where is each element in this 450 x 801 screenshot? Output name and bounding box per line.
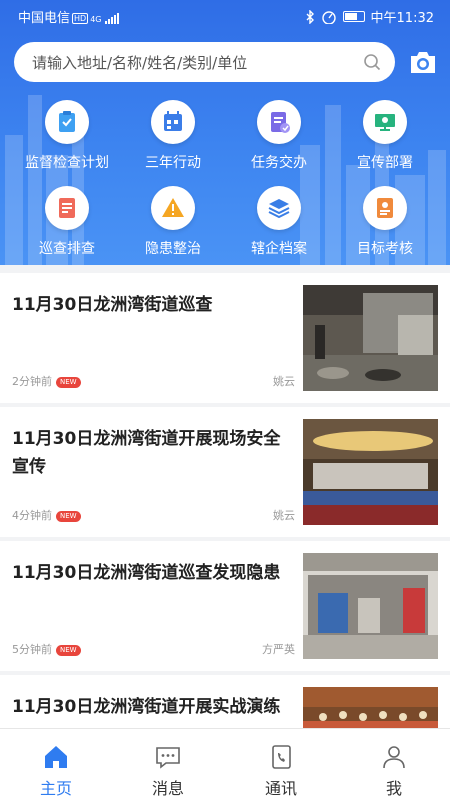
task-document-icon	[257, 100, 301, 144]
tab-label: 通讯	[264, 779, 297, 798]
meeting-hall-photo[interactable]	[303, 419, 438, 525]
outdoor-drill-photo[interactable]	[303, 687, 438, 728]
header-banner: 中国电信 HD 4G 中午11:32 请输入地址/名称/姓名/类别/单位 监督检查计…	[0, 0, 450, 265]
func-label: 任务交办	[251, 155, 307, 171]
assessment-document-icon	[363, 186, 407, 230]
news-title[interactable]: 11月30日龙洲湾街道巡查发现隐患	[12, 559, 294, 587]
news-time: 4分钟前 NEW	[12, 507, 81, 523]
func-supervision-plan[interactable]: 监督检查计划	[17, 100, 117, 172]
tab-label: 消息	[151, 779, 184, 798]
func-enterprise-archive[interactable]: 辖企档案	[229, 186, 329, 258]
func-label: 三年行动	[145, 155, 201, 171]
news-author: 姚云	[273, 375, 295, 388]
signal-icon	[104, 13, 119, 24]
kitchen-inspection-photo[interactable]	[303, 285, 438, 391]
carrier-label: 中国电信	[18, 11, 71, 26]
network-type: 4G	[90, 15, 102, 24]
hd-badge: HD	[72, 13, 89, 24]
func-label: 隐患整治	[145, 241, 201, 257]
search-icon[interactable]	[363, 53, 381, 71]
tab-label: 主页	[39, 779, 72, 798]
func-label: 监督检查计划	[25, 155, 109, 171]
news-item[interactable]: 11月30日龙洲湾街道巡查 2分钟前 NEW 姚云	[0, 273, 450, 403]
search-bar[interactable]: 请输入地址/名称/姓名/类别/单位	[14, 42, 395, 82]
checklist-clipboard-icon	[45, 100, 89, 144]
func-publicity-deployment[interactable]: 宣传部署	[335, 100, 435, 172]
func-patrol-inspection[interactable]: 巡查排查	[17, 186, 117, 258]
bluetooth-icon	[306, 9, 314, 24]
camera-icon[interactable]	[408, 48, 438, 76]
func-label: 辖企档案	[251, 241, 307, 257]
func-three-year-action[interactable]: 三年行动	[123, 100, 223, 172]
news-item[interactable]: 11月30日龙洲湾街道巡查发现隐患 5分钟前 NEW 方严英	[0, 541, 450, 671]
presentation-board-icon	[363, 100, 407, 144]
news-time: 5分钟前 NEW	[12, 641, 81, 657]
func-hazard-rectification[interactable]: 隐患整治	[123, 186, 223, 258]
new-badge: NEW	[56, 376, 81, 388]
calendar-icon	[151, 100, 195, 144]
tab-messages[interactable]: 消息	[112, 729, 224, 801]
inspection-form-icon	[45, 186, 89, 230]
tab-home[interactable]: 主页	[0, 729, 112, 801]
battery-icon	[342, 11, 365, 22]
home-icon	[45, 746, 67, 768]
warning-triangle-icon	[151, 186, 195, 230]
tab-me[interactable]: 我	[338, 729, 450, 801]
tab-contacts[interactable]: 通讯	[225, 729, 337, 801]
news-item[interactable]: 11月30日龙洲湾街道开展实战演练	[0, 675, 450, 728]
message-icon	[156, 747, 180, 769]
new-badge: NEW	[56, 510, 81, 522]
layers-stack-icon	[257, 186, 301, 230]
storefront-photo[interactable]	[303, 553, 438, 659]
func-target-assessment[interactable]: 目标考核	[335, 186, 435, 258]
status-bar: 中国电信 HD 4G 中午11:32	[0, 0, 450, 30]
news-time: 2分钟前 NEW	[12, 373, 81, 389]
user-icon	[383, 746, 405, 769]
search-placeholder[interactable]: 请输入地址/名称/姓名/类别/单位	[32, 52, 247, 73]
func-label: 宣传部署	[357, 155, 413, 171]
news-item[interactable]: 11月30日龙洲湾街道开展现场安全宣传 4分钟前 NEW 姚云	[0, 407, 450, 537]
tab-label: 我	[385, 779, 402, 798]
new-badge: NEW	[56, 644, 81, 656]
func-label: 目标考核	[357, 241, 413, 257]
bottom-tab-bar: 主页 消息 通讯 我	[0, 728, 450, 801]
news-author: 姚云	[273, 509, 295, 522]
news-title[interactable]: 11月30日龙洲湾街道开展实战演练	[12, 693, 294, 721]
news-author: 方严英	[262, 643, 295, 656]
clock: 中午11:32	[370, 11, 434, 26]
news-title[interactable]: 11月30日龙洲湾街道巡查	[12, 291, 294, 319]
speedometer-icon	[321, 10, 336, 24]
news-title[interactable]: 11月30日龙洲湾街道开展现场安全宣传	[12, 425, 294, 481]
phone-book-icon	[272, 745, 291, 769]
func-task-assignment[interactable]: 任务交办	[229, 100, 329, 172]
func-label: 巡查排查	[39, 241, 95, 257]
